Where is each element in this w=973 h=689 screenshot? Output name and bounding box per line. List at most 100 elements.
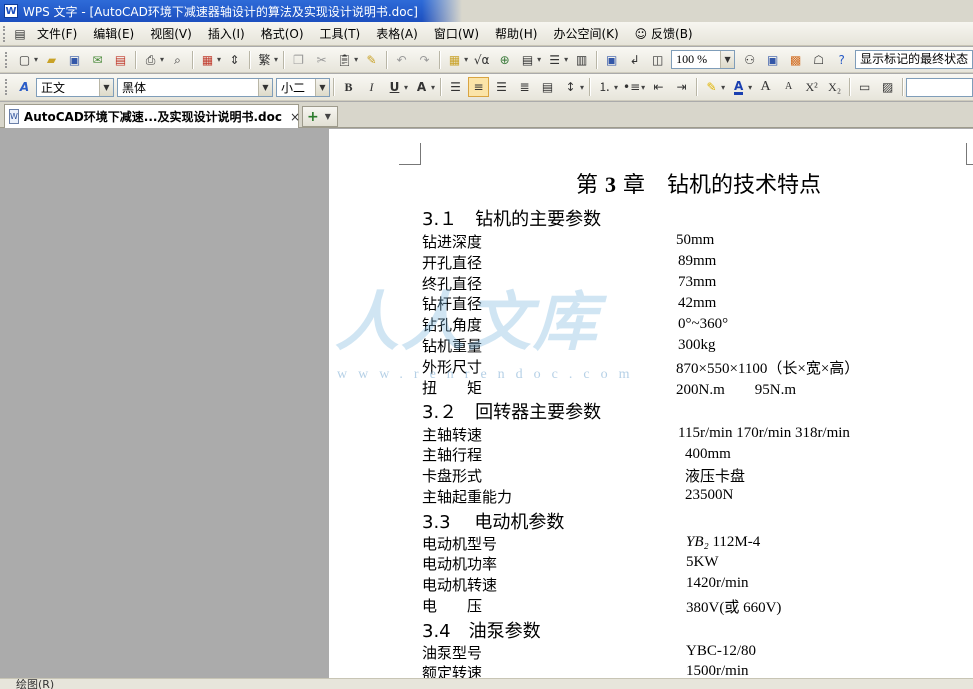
insert-grid-icon[interactable]: ▤ [517,50,538,70]
grow-font-button[interactable]: A [755,77,776,97]
copy-icon[interactable]: ❐ [288,50,309,70]
section-heading: 3.4 油泵参数 [422,621,541,642]
toolbar-grip[interactable] [5,51,9,68]
open-folder-icon[interactable]: ▰ [41,50,62,70]
columns-icon[interactable]: ☰ [544,50,565,70]
font-dropdown-icon[interactable]: ▼ [258,78,272,96]
subscript-button[interactable]: X₂ [824,77,845,97]
menu-office-space[interactable]: 办公空间(K) [545,24,626,44]
traditional-chinese-button[interactable]: 繁 [254,50,275,70]
font-size-combo[interactable]: 小二 ▼ [276,77,330,97]
font-color-button[interactable]: A [728,77,749,97]
menu-feedback[interactable]: ☺ 反馈(B) [627,24,701,44]
menu-insert[interactable]: 插入(I) [200,24,253,44]
pdf-export-icon[interactable]: ▤ [110,50,131,70]
italic-button[interactable]: I [361,77,382,97]
toolbar-grip[interactable] [5,79,9,95]
text-box-icon[interactable]: ▭ [854,77,875,97]
font-size-dropdown-icon[interactable]: ▼ [315,78,329,96]
bold-button[interactable]: B [338,77,359,97]
param-value: YBC-12/80 [686,643,757,659]
highlight-icon[interactable]: ✎ [701,77,722,97]
menu-grip[interactable] [3,25,7,42]
param-value: 870×550×1100（长×宽×高） [676,361,860,377]
menu-window[interactable]: 窗口(W) [426,24,487,44]
new-tab-dropdown-icon[interactable]: ▼ [325,112,331,121]
export-icon[interactable]: ▦ [197,50,218,70]
new-document-icon[interactable]: ▢ [14,50,35,70]
chart-icon[interactable]: ▥ [571,50,592,70]
character-style-button[interactable]: A [411,77,432,97]
print-preview-icon[interactable]: ⌕ [167,50,188,70]
undo-icon[interactable]: ↶ [391,50,412,70]
align-center-icon[interactable]: ≡ [468,77,490,97]
style-combo[interactable]: 正文 ▼ [36,77,114,97]
param-value: 42mm [678,295,717,311]
formula-icon[interactable]: √α [471,50,492,70]
menu-format[interactable]: 格式(O) [253,24,312,44]
param-value: 115r/min 170r/min 318r/min [678,425,850,441]
save-icon[interactable]: ▣ [64,50,85,70]
menu-file[interactable]: 文件(F) [29,24,85,44]
menu-help[interactable]: 帮助(H) [487,24,545,44]
redo-icon[interactable]: ↷ [414,50,435,70]
document-page[interactable]: 第 3 章 钻机的技术特点 3.１ 钻机的主要参数 钻进深度 50mm 开孔直径… [329,129,973,678]
margin-corner-mark-left [399,143,421,165]
cut-icon[interactable]: ✂ [311,50,332,70]
param-label: 电动机型号 [422,535,498,553]
param-value: 1420r/min [686,575,749,591]
document-tab-bar: W AutoCAD环境下减速...及实现设计说明书.doc × + ▼ [0,102,973,128]
print-icon[interactable]: ⎙ [140,50,161,70]
insert-table-icon[interactable]: ▦ [444,50,465,70]
line-spacing-icon[interactable]: ↕ [560,77,581,97]
format-painter-icon[interactable]: ✎ [361,50,382,70]
wps-app-icon[interactable]: W [4,4,18,18]
numbering-icon[interactable]: ⒈ [594,77,615,97]
page-break-icon[interactable]: ⇕ [224,50,245,70]
styles-pane-icon[interactable]: A [14,77,35,97]
shrink-font-button[interactable]: A [778,77,799,97]
template-icon[interactable]: ▩ [785,50,806,70]
plus-icon: + [307,108,319,125]
find-binoculars-icon[interactable]: ⚇ [739,50,760,70]
insert-picture-icon[interactable]: ▨ [877,77,898,97]
page-setup-icon[interactable]: ▣ [601,50,622,70]
separator [192,50,194,69]
menu-table[interactable]: 表格(A) [368,24,426,44]
zoom-page-icon[interactable]: ◫ [647,50,668,70]
email-icon[interactable]: ✉ [87,50,108,70]
help-icon[interactable]: ? [831,50,852,70]
justify-icon[interactable]: ≣ [514,77,535,97]
menu-view[interactable]: 视图(V) [142,24,200,44]
skin-icon[interactable]: ☖ [808,50,829,70]
font-combo[interactable]: 黑体 ▼ [117,77,273,97]
zoom-dropdown-icon[interactable]: ▼ [720,51,735,68]
underline-button[interactable]: U [384,77,405,97]
line-style-combo[interactable] [906,77,973,97]
menu-edit[interactable]: 编辑(E) [85,24,142,44]
increase-indent-icon[interactable]: ⇥ [671,77,692,97]
bullets-icon[interactable]: •≡ [621,77,642,97]
align-left-icon[interactable]: ☰ [445,77,466,97]
markup-display-combo[interactable]: 显示标记的最终状态 [855,50,973,69]
shrink-font-label: A [784,81,793,92]
separator [386,50,388,69]
paste-icon[interactable]: 📋︎ [334,50,355,70]
superscript-label: X² [805,80,818,94]
draw-menu-button[interactable]: 绘图(R) [16,679,54,689]
menu-tools[interactable]: 工具(T) [312,24,369,44]
zoom-combo[interactable]: 100 % ▼ [671,50,736,69]
distributed-align-icon[interactable]: ▤ [537,77,558,97]
paragraph-mark-icon[interactable]: ↲ [624,50,645,70]
tab-active-document[interactable]: W AutoCAD环境下减速...及实现设计说明书.doc × [4,104,300,128]
style-dropdown-icon[interactable]: ▼ [99,78,113,96]
superscript-button[interactable]: X² [801,77,822,97]
new-tab-button[interactable]: + ▼ [302,106,338,127]
document-menu-icon[interactable]: ▤ [12,24,28,44]
dictionary-icon[interactable]: ▣ [762,50,783,70]
align-right-icon[interactable]: ☰ [491,77,512,97]
hyperlink-icon[interactable]: ⊕ [494,50,515,70]
decrease-indent-icon[interactable]: ⇤ [648,77,669,97]
title-bar-fill [421,0,973,22]
close-tab-icon[interactable]: × [290,110,300,124]
